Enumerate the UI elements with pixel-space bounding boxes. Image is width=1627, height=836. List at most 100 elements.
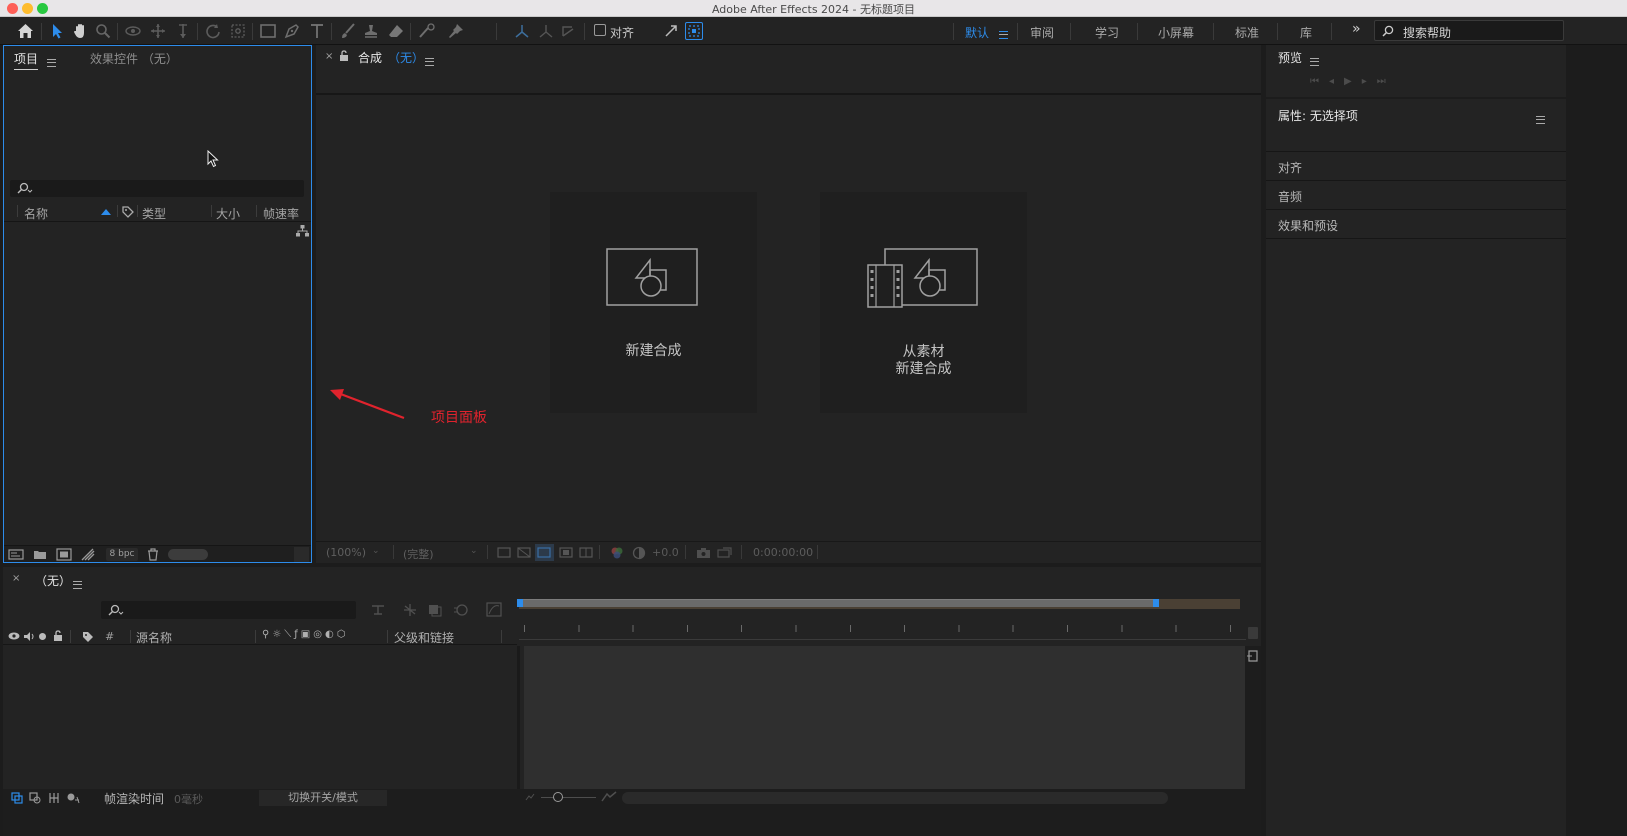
orbit-camera-icon[interactable] xyxy=(124,21,144,41)
type-tool-icon[interactable] xyxy=(307,21,327,41)
section-effects-presets[interactable]: 效果和预设 xyxy=(1266,210,1566,239)
pan-camera-icon[interactable] xyxy=(148,21,168,41)
timeline-scrollbar[interactable] xyxy=(622,792,1168,804)
new-composition-icon[interactable] xyxy=(56,548,72,561)
composition-name[interactable]: （无） xyxy=(388,49,424,66)
tab-composition[interactable]: 合成 xyxy=(358,49,382,66)
video-visibility-icon[interactable] xyxy=(8,632,20,640)
column-parent-link[interactable]: 父级和链接 xyxy=(394,629,454,646)
preview-panel-menu-icon[interactable] xyxy=(1310,57,1319,66)
clone-stamp-tool-icon[interactable] xyxy=(361,21,381,41)
exposure-value[interactable]: +0.0 xyxy=(652,546,679,559)
dolly-camera-icon[interactable] xyxy=(173,21,193,41)
workspace-libraries[interactable]: 库 xyxy=(1300,24,1312,41)
properties-panel-menu-icon[interactable] xyxy=(1536,115,1545,124)
workspace-menu-icon[interactable] xyxy=(999,30,1008,39)
new-comp-from-footage-card[interactable]: 从素材 新建合成 xyxy=(820,192,1027,413)
region-of-interest-icon[interactable] xyxy=(559,547,573,558)
timeline-panel-menu-icon[interactable] xyxy=(73,580,82,589)
last-frame-icon[interactable]: ⏭ xyxy=(1377,76,1396,87)
new-composition-card[interactable]: 新建合成 xyxy=(550,192,757,413)
composition-panel-menu-icon[interactable] xyxy=(425,57,434,66)
workspace-small-screen[interactable]: 小屏幕 xyxy=(1158,24,1194,41)
label-tag-icon[interactable] xyxy=(82,631,94,643)
time-navigator-start-handle[interactable] xyxy=(517,599,523,607)
workspace-learn[interactable]: 学习 xyxy=(1095,24,1119,41)
render-time-icon[interactable] xyxy=(66,792,80,804)
anchor-point-tool-icon[interactable] xyxy=(228,21,248,41)
flowchart-icon[interactable] xyxy=(296,225,309,237)
comp-marker-bin[interactable] xyxy=(1248,627,1258,639)
timeline-zoom-handle[interactable] xyxy=(553,792,563,802)
timeline-tab[interactable]: （无） xyxy=(35,572,71,589)
column-hash[interactable]: # xyxy=(105,630,114,643)
view-axis-mode-icon[interactable] xyxy=(558,21,578,41)
world-axis-mode-icon[interactable] xyxy=(536,21,556,41)
first-frame-icon[interactable]: ⏮ xyxy=(1310,76,1329,87)
transparency-grid-icon[interactable] xyxy=(517,547,531,558)
workspace-overflow-icon[interactable]: » xyxy=(1352,21,1361,37)
delete-trash-icon[interactable] xyxy=(147,548,159,561)
in-out-duration-icon[interactable] xyxy=(48,792,60,804)
local-axis-mode-icon[interactable] xyxy=(512,21,532,41)
work-area-end-icon[interactable] xyxy=(1246,649,1260,663)
next-frame-icon[interactable]: ▸ xyxy=(1362,76,1377,87)
draft-3d-icon[interactable] xyxy=(402,603,418,617)
home-icon[interactable] xyxy=(15,21,35,41)
layer-search-input[interactable] xyxy=(101,601,356,619)
layer-list[interactable] xyxy=(3,646,517,789)
eraser-tool-icon[interactable] xyxy=(386,21,406,41)
adjust-settings-icon[interactable] xyxy=(81,548,95,561)
magnification-dropdown[interactable]: (100%) xyxy=(326,546,366,559)
play-icon[interactable]: ▶ xyxy=(1344,76,1362,87)
tab-project[interactable]: 项目 xyxy=(14,50,39,70)
section-audio[interactable]: 音频 xyxy=(1266,181,1566,210)
close-tab-icon[interactable]: × xyxy=(12,573,20,584)
snap-feature-icon[interactable] xyxy=(685,22,703,40)
transfer-controls-icon[interactable] xyxy=(29,792,41,804)
frame-blending-icon[interactable] xyxy=(427,603,443,617)
fast-previews-icon[interactable] xyxy=(497,547,511,558)
previous-frame-icon[interactable]: ◂ xyxy=(1329,76,1344,87)
column-name[interactable]: 名称 xyxy=(24,205,48,222)
layer-switches-icon[interactable] xyxy=(11,792,23,804)
time-navigator-end-handle[interactable] xyxy=(1153,599,1159,607)
graph-editor-icon[interactable] xyxy=(486,602,502,617)
brush-tool-icon[interactable] xyxy=(338,21,358,41)
switches-icons[interactable]: ⚲☼⟍ƒ▣◎◐⬡ xyxy=(262,629,348,640)
workspace-review[interactable]: 审阅 xyxy=(1030,24,1054,41)
snap-options-icon[interactable] xyxy=(661,21,681,41)
rectangle-tool-icon[interactable] xyxy=(258,21,278,41)
section-align[interactable]: 对齐 xyxy=(1266,152,1566,181)
project-search-input[interactable] xyxy=(10,180,304,197)
zoom-out-mountain-icon[interactable] xyxy=(525,793,535,801)
panel-resize-corner[interactable] xyxy=(294,547,309,562)
zoom-in-mountain-icon[interactable] xyxy=(601,791,617,802)
timeline-zoom-slider[interactable] xyxy=(541,797,596,798)
thumbnail-size-slider[interactable] xyxy=(168,549,208,560)
puppet-pin-tool-icon[interactable] xyxy=(446,21,466,41)
zoom-tool-icon[interactable] xyxy=(93,21,113,41)
solo-icon[interactable] xyxy=(39,633,46,640)
mask-visibility-icon[interactable] xyxy=(537,547,551,558)
help-search-field[interactable]: 搜索帮助 xyxy=(1374,20,1564,41)
pen-tool-icon[interactable] xyxy=(282,21,302,41)
label-tag-icon[interactable] xyxy=(122,206,134,218)
toggle-switches-modes-button[interactable]: 切换开关/模式 xyxy=(259,790,387,806)
snapshot-camera-icon[interactable] xyxy=(696,547,711,559)
lock-icon[interactable] xyxy=(339,50,349,62)
show-snapshot-icon[interactable] xyxy=(717,546,732,559)
time-navigator-range[interactable] xyxy=(523,599,1155,607)
bit-depth-button[interactable]: 8 bpc xyxy=(106,548,138,561)
guides-grid-icon[interactable] xyxy=(579,547,593,558)
snap-checkbox[interactable] xyxy=(594,24,606,36)
workspace-default[interactable]: 默认 xyxy=(965,24,989,41)
timeline-track-area[interactable] xyxy=(524,646,1245,789)
column-frame-rate[interactable]: 帧速率 xyxy=(263,205,299,222)
audio-speaker-icon[interactable] xyxy=(23,631,35,642)
column-source-name[interactable]: 源名称 xyxy=(136,629,172,646)
lock-icon[interactable] xyxy=(53,630,63,642)
motion-blur-icon[interactable] xyxy=(453,603,469,617)
sort-ascending-icon[interactable] xyxy=(101,209,111,215)
column-type[interactable]: 类型 xyxy=(142,205,166,222)
